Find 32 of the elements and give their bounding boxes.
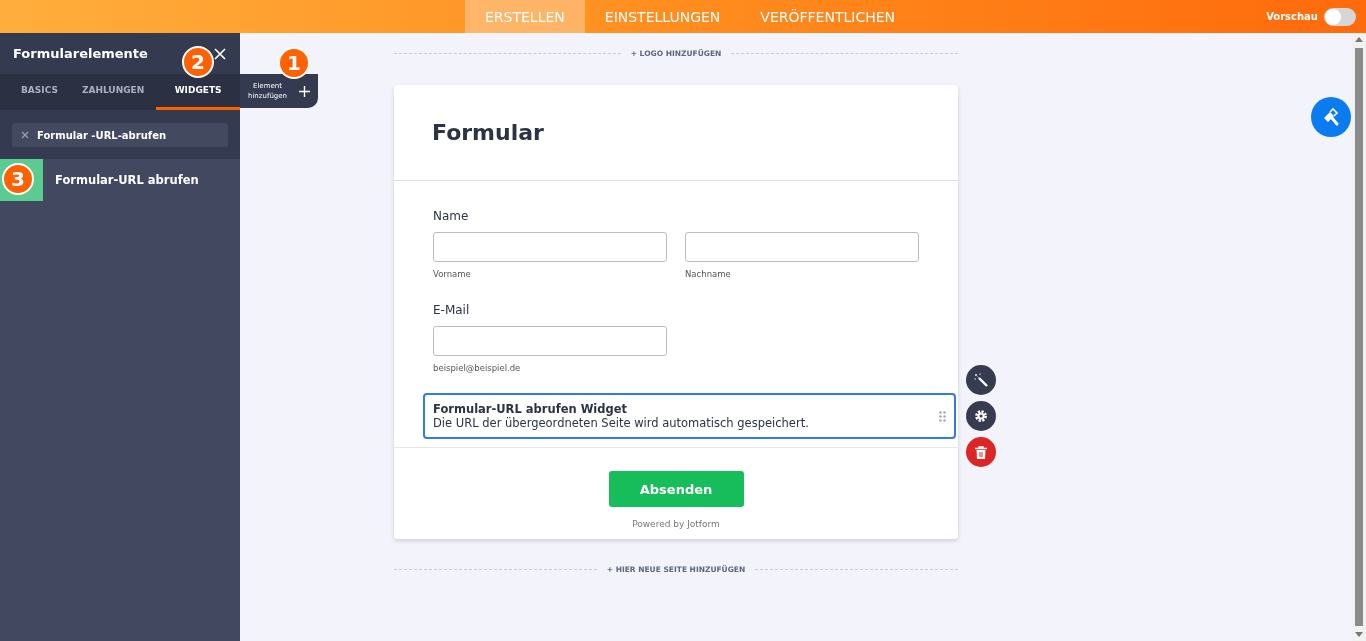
magic-wand-button[interactable]	[966, 365, 996, 395]
magic-wand-icon[interactable]	[974, 373, 988, 387]
scrollbar[interactable]	[1352, 33, 1366, 641]
powered-by-text: Powered by Jotform	[632, 519, 720, 529]
field-label: Name	[433, 209, 469, 223]
widget-description: Die URL der übergeordneten Seite wird automatisch gespeichert.	[433, 416, 809, 430]
delete-button[interactable]	[966, 437, 996, 467]
element-tab[interactable]: BASICS	[9, 82, 70, 110]
input-field[interactable]	[433, 326, 667, 356]
preview-label: Vorschau	[1266, 11, 1318, 22]
panel-title: Formularelemente	[13, 46, 148, 61]
widget-title: Formular-URL abrufen Widget	[433, 402, 629, 416]
input-field[interactable]	[433, 232, 667, 262]
element-tab[interactable]: ZAHLUNGEN	[69, 82, 157, 110]
field-sublabel: Vorname	[433, 269, 472, 279]
field-sublabel: beispiel@beispiel.de	[433, 363, 521, 373]
settings-icon[interactable]	[974, 409, 988, 423]
drag-handle-icon[interactable]	[939, 410, 946, 422]
plus-icon[interactable]	[299, 85, 310, 97]
preview-toggle[interactable]	[1324, 7, 1356, 26]
field-label: E-Mail	[433, 303, 470, 317]
search-field[interactable]: Formular -URL-abrufen	[12, 123, 228, 147]
field-sublabel: Nachname	[685, 269, 732, 279]
paint-roller-button[interactable]	[1311, 97, 1351, 137]
clear-icon[interactable]	[21, 131, 29, 139]
input-field[interactable]	[685, 232, 919, 262]
scroll-down-icon[interactable]	[1355, 632, 1363, 637]
close-icon[interactable]	[214, 47, 226, 60]
settings-button[interactable]	[966, 401, 996, 431]
scroll-up-icon[interactable]	[1355, 37, 1363, 42]
form-title: Formular	[432, 120, 544, 145]
trash-icon[interactable]	[975, 445, 987, 459]
